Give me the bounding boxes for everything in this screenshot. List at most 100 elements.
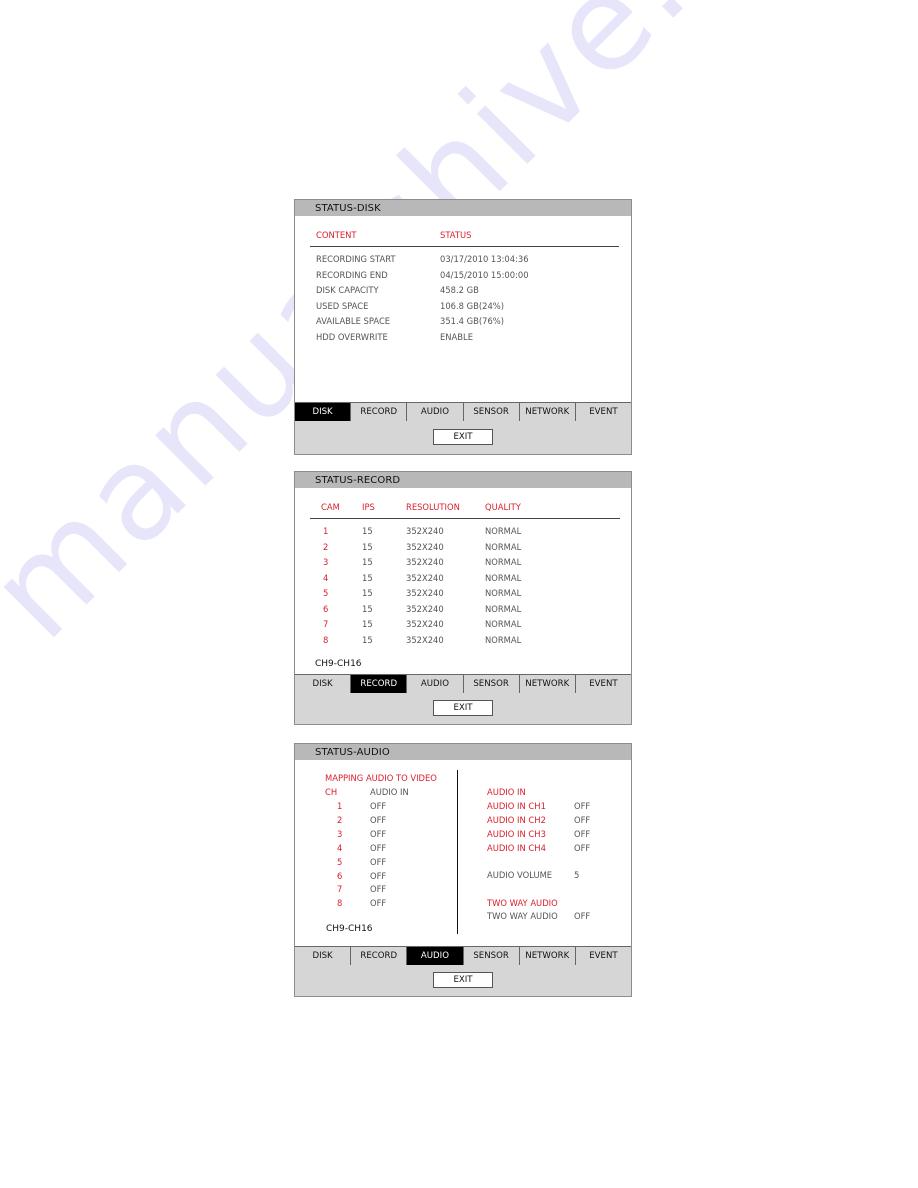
quality-value: NORMAL bbox=[485, 526, 522, 536]
tab-record[interactable]: RECORD bbox=[351, 947, 408, 965]
tab-audio[interactable]: AUDIO bbox=[407, 675, 464, 693]
audio-in-value: OFF bbox=[370, 814, 387, 825]
quality-value: NORMAL bbox=[485, 634, 522, 645]
audio-in-channel-label: AUDIO IN CH4 bbox=[487, 842, 546, 853]
ips-value: 15 bbox=[362, 572, 373, 583]
row-label: AVAILABLE SPACE bbox=[316, 316, 391, 327]
audio-volume-label: AUDIO VOLUME bbox=[487, 870, 553, 880]
tab-network[interactable]: NETWORK bbox=[520, 403, 576, 421]
tab-sensor[interactable]: SENSOR bbox=[464, 675, 520, 693]
row-value: 106.8 GB(24%) bbox=[440, 300, 505, 311]
header-divider bbox=[310, 246, 619, 247]
two-way-audio-label: TWO WAY AUDIO bbox=[487, 911, 558, 921]
resolution-value: 352X240 bbox=[406, 541, 444, 552]
tab-audio[interactable]: AUDIO bbox=[407, 403, 464, 421]
two-way-audio-value: OFF bbox=[574, 911, 591, 921]
tab-network[interactable]: NETWORK bbox=[520, 947, 576, 965]
footer-bar: EXIT bbox=[295, 693, 631, 724]
ch9-ch16-link[interactable]: CH9-CH16 bbox=[315, 659, 362, 669]
cam-header: CAM bbox=[321, 502, 340, 512]
row-label: DISK CAPACITY bbox=[316, 285, 379, 296]
cam-number: 6 bbox=[323, 603, 329, 614]
content-header: CONTENT bbox=[316, 230, 357, 240]
ips-value: 15 bbox=[362, 526, 373, 536]
mapping-title: MAPPING AUDIO TO VIDEO bbox=[325, 773, 437, 783]
footer-bar: EXIT bbox=[295, 965, 631, 996]
ips-value: 15 bbox=[362, 619, 373, 629]
quality-value: NORMAL bbox=[485, 588, 522, 598]
resolution-value: 352X240 bbox=[406, 557, 444, 567]
resolution-value: 352X240 bbox=[406, 634, 444, 645]
panel-title: STATUS-RECORD bbox=[295, 472, 631, 488]
ch9-ch16-link[interactable]: CH9-CH16 bbox=[326, 924, 373, 934]
ips-value: 15 bbox=[362, 557, 373, 567]
status-record-panel: STATUS-RECORD CAM IPS RESOLUTION QUALITY… bbox=[294, 471, 632, 725]
resolution-value: 352X240 bbox=[406, 526, 444, 536]
row-value: 03/17/2010 13:04:36 bbox=[440, 254, 529, 264]
panel-title: STATUS-AUDIO bbox=[295, 744, 631, 760]
row-label: HDD OVERWRITE bbox=[316, 332, 388, 342]
footer-bar: EXIT bbox=[295, 421, 631, 454]
audio-in-channel-value: OFF bbox=[574, 814, 591, 825]
resolution-value: 352X240 bbox=[406, 572, 444, 583]
tab-event[interactable]: EVENT bbox=[576, 403, 631, 421]
channel-number: 7 bbox=[337, 884, 343, 895]
tab-audio[interactable]: AUDIO bbox=[407, 947, 464, 965]
ips-value: 15 bbox=[362, 588, 373, 598]
ips-header: IPS bbox=[362, 502, 375, 512]
audio-in-title: AUDIO IN bbox=[487, 787, 526, 797]
row-label: RECORDING START bbox=[316, 254, 396, 264]
channel-number: 3 bbox=[337, 828, 343, 839]
channel-number: 6 bbox=[337, 870, 343, 881]
row-value: ENABLE bbox=[440, 332, 473, 342]
tab-sensor[interactable]: SENSOR bbox=[464, 403, 520, 421]
cam-number: 4 bbox=[323, 572, 329, 583]
channel-number: 5 bbox=[337, 856, 343, 867]
tab-event[interactable]: EVENT bbox=[576, 947, 631, 965]
audio-in-channel-value: OFF bbox=[574, 842, 591, 853]
resolution-value: 352X240 bbox=[406, 619, 444, 629]
audio-in-value: OFF bbox=[370, 828, 387, 839]
tab-disk[interactable]: DISK bbox=[295, 947, 352, 965]
exit-button[interactable]: EXIT bbox=[433, 972, 493, 988]
audio-in-value: OFF bbox=[370, 801, 387, 811]
audio-in-channel-value: OFF bbox=[574, 828, 591, 839]
exit-button[interactable]: EXIT bbox=[433, 700, 493, 716]
tab-network[interactable]: NETWORK bbox=[520, 675, 576, 693]
row-label: USED SPACE bbox=[316, 300, 369, 311]
status-header: STATUS bbox=[440, 230, 472, 240]
exit-button[interactable]: EXIT bbox=[433, 429, 493, 445]
quality-value: NORMAL bbox=[485, 541, 522, 552]
cam-number: 7 bbox=[323, 619, 329, 629]
tab-record[interactable]: RECORD bbox=[351, 675, 408, 693]
tab-event[interactable]: EVENT bbox=[576, 675, 631, 693]
cam-number: 8 bbox=[323, 634, 329, 645]
status-tabs: DISK RECORD AUDIO SENSOR NETWORK EVENT bbox=[295, 946, 631, 966]
channel-number: 2 bbox=[337, 814, 343, 825]
two-way-audio-title: TWO WAY AUDIO bbox=[487, 898, 558, 908]
channel-number: 4 bbox=[337, 842, 343, 853]
quality-value: NORMAL bbox=[485, 603, 522, 614]
channel-number: 1 bbox=[337, 801, 343, 811]
resolution-value: 352X240 bbox=[406, 603, 444, 614]
status-tabs: DISK RECORD AUDIO SENSOR NETWORK EVENT bbox=[295, 402, 631, 422]
audio-in-channel-label: AUDIO IN CH2 bbox=[487, 814, 546, 825]
row-value: 458.2 GB bbox=[440, 285, 479, 296]
tab-record[interactable]: RECORD bbox=[351, 403, 408, 421]
ips-value: 15 bbox=[362, 541, 373, 552]
row-label: RECORDING END bbox=[316, 269, 388, 280]
audio-in-channel-value: OFF bbox=[574, 801, 591, 811]
audio-in-value: OFF bbox=[370, 884, 387, 895]
cam-number: 1 bbox=[323, 526, 329, 536]
tab-disk[interactable]: DISK bbox=[295, 675, 352, 693]
tab-sensor[interactable]: SENSOR bbox=[464, 947, 520, 965]
tab-disk[interactable]: DISK bbox=[295, 403, 352, 421]
row-value: 04/15/2010 15:00:00 bbox=[440, 269, 529, 280]
ips-value: 15 bbox=[362, 634, 373, 645]
ch-header: CH bbox=[325, 787, 338, 797]
audio-in-value: OFF bbox=[370, 898, 387, 909]
channel-number: 8 bbox=[337, 898, 343, 909]
quality-value: NORMAL bbox=[485, 619, 522, 629]
panel-title: STATUS-DISK bbox=[295, 200, 631, 216]
audio-in-value: OFF bbox=[370, 842, 387, 853]
